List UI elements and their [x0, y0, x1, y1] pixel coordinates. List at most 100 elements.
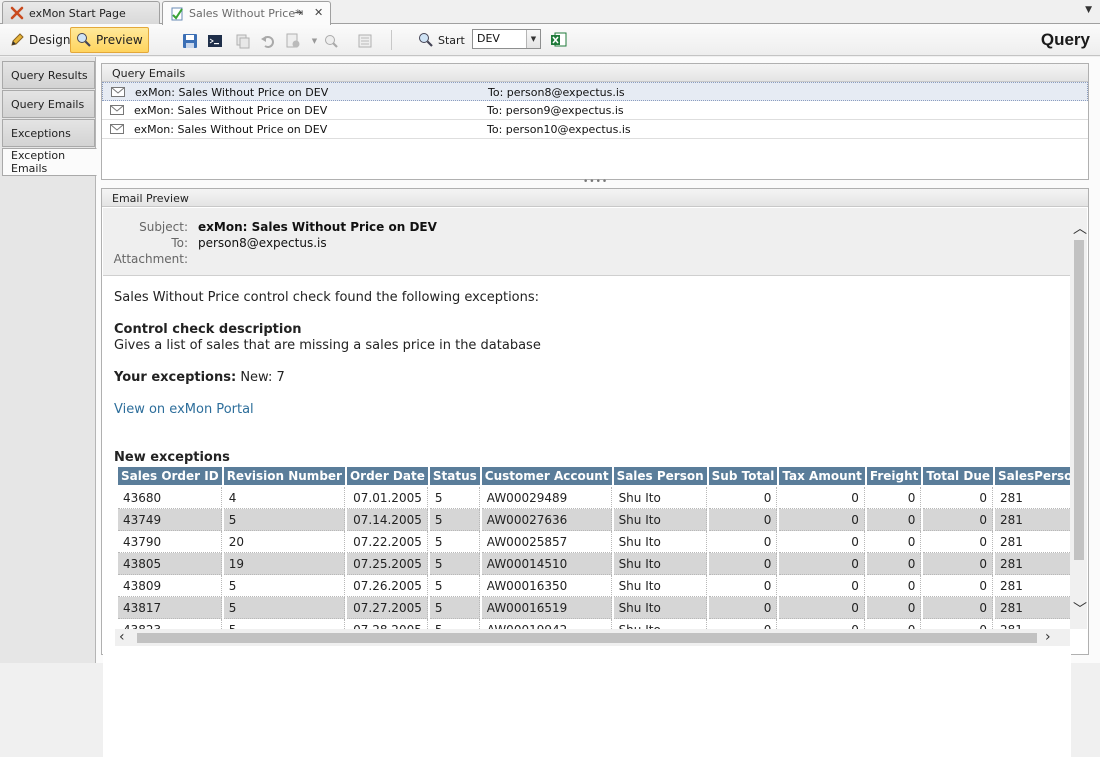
scroll-down-icon[interactable]: ﹀	[1073, 603, 1087, 617]
table-cell: AW00025857	[481, 531, 612, 553]
email-header: Subject: exMon: Sales Without Price on D…	[103, 208, 1071, 276]
subject-value: exMon: Sales Without Price on DEV	[198, 220, 437, 234]
table-cell: 5	[429, 487, 480, 509]
table-cell: 0	[866, 487, 922, 509]
scroll-thumb[interactable]	[137, 633, 1037, 643]
table-cell: 281	[995, 597, 1071, 619]
list-icon	[356, 32, 373, 49]
preview-button[interactable]: Preview	[70, 27, 149, 53]
chevron-down-icon[interactable]: ▼	[526, 30, 540, 48]
side-tab-label: Query Emails	[11, 97, 85, 111]
table-cell: 07.25.2005	[346, 553, 428, 575]
save-icon[interactable]	[181, 32, 198, 49]
tab-exmon-start-page[interactable]: exMon Start Page	[2, 1, 160, 24]
table-cell: 0	[923, 575, 993, 597]
email-body: Sales Without Price control check found …	[103, 277, 1071, 757]
to-value: person8@expectus.is	[198, 236, 327, 250]
toolbar: Design Preview ▼ Start DEV ▼ Query	[0, 24, 1100, 56]
table-cell: 07.14.2005	[346, 509, 428, 531]
side-tab-exception-emails[interactable]: Exception Emails	[2, 148, 97, 176]
query-emails-group: Query Emails exMon: Sales Without Price …	[101, 63, 1089, 180]
table-cell: Shu Ito	[613, 553, 707, 575]
magnifier-icon	[418, 32, 434, 48]
table-cell: 5	[429, 531, 480, 553]
envelope-icon	[111, 87, 125, 97]
portal-link[interactable]: View on exMon Portal	[114, 402, 254, 417]
table-cell: 43805	[118, 553, 222, 575]
table-cell: 0	[866, 575, 922, 597]
email-recipient: To: person8@expectus.is	[488, 86, 625, 99]
side-tab-query-results[interactable]: Query Results	[2, 61, 95, 89]
table-cell: 43790	[118, 531, 222, 553]
table-cell: 07.01.2005	[346, 487, 428, 509]
table-cell: 0	[779, 597, 865, 619]
table-row[interactable]: 43805 19 07.25.2005 5 AW00014510 Shu Ito 0 0 0 0 2…	[118, 553, 1071, 575]
table-cell: 43817	[118, 597, 222, 619]
table-cell: Shu Ito	[613, 575, 707, 597]
table-cell: 0	[866, 531, 922, 553]
scroll-thumb[interactable]	[1074, 240, 1084, 560]
table-cell: 19	[223, 553, 345, 575]
table-cell: 0	[708, 531, 778, 553]
preview-label: Preview	[96, 33, 143, 47]
close-icon[interactable]: ✕	[314, 6, 323, 19]
tab-sales-without-price[interactable]: Sales Without Price* ⇥ ✕	[162, 1, 331, 25]
vertical-scrollbar[interactable]: ︿ ﹀	[1070, 208, 1087, 629]
scroll-up-icon[interactable]: ︿	[1073, 222, 1087, 236]
undo-icon	[259, 32, 276, 49]
envelope-icon	[110, 124, 124, 134]
table-row[interactable]: 43817 5 07.27.2005 5 AW00016519 Shu Ito 0 0 0 0 28…	[118, 597, 1071, 619]
column-header: Status	[429, 467, 480, 487]
scroll-right-icon[interactable]: ›	[1045, 630, 1051, 644]
table-cell: 0	[708, 553, 778, 575]
table-row[interactable]: 43680 4 07.01.2005 5 AW00029489 Shu Ito 0 0 0 0 28…	[118, 487, 1071, 509]
table-cell: 0	[708, 509, 778, 531]
description-text: Gives a list of sales that are missing a…	[114, 338, 541, 353]
horizontal-scrollbar[interactable]: ‹ ›	[115, 629, 1070, 646]
table-cell: 0	[779, 575, 865, 597]
check-document-icon	[169, 6, 185, 22]
side-tab-label: Query Results	[11, 68, 88, 82]
description-heading: Control check description	[114, 322, 302, 337]
side-tab-label: Exception Emails	[11, 149, 66, 175]
intro-text: Sales Without Price control check found …	[114, 290, 540, 305]
table-cell: 0	[779, 509, 865, 531]
table-cell: 281	[995, 487, 1071, 509]
table-cell: 0	[779, 487, 865, 509]
environment-select[interactable]: DEV ▼	[472, 29, 541, 49]
pin-icon[interactable]: ⇥	[294, 6, 303, 19]
table-cell: 281	[995, 553, 1071, 575]
design-label: Design	[29, 33, 71, 47]
excel-export-icon[interactable]	[550, 31, 567, 48]
table-row[interactable]: 43790 20 07.22.2005 5 AW00025857 Shu Ito 0 0 0 0 2…	[118, 531, 1071, 553]
table-cell: 5	[429, 509, 480, 531]
table-cell: 07.26.2005	[346, 575, 428, 597]
splitter-handle[interactable]: ••••	[583, 177, 608, 187]
table-cell: 0	[866, 553, 922, 575]
scroll-left-icon[interactable]: ‹	[119, 630, 125, 644]
email-list-item[interactable]: exMon: Sales Without Price on DEV To: pe…	[102, 82, 1088, 101]
side-tab-panel: Query Results Query Emails Exceptions Ex…	[0, 57, 97, 663]
column-header: Customer Account	[481, 467, 612, 487]
email-list-item[interactable]: exMon: Sales Without Price on DEV To: pe…	[102, 101, 1088, 120]
pencil-icon	[9, 32, 25, 48]
console-icon[interactable]	[206, 32, 223, 49]
table-cell: 5	[223, 509, 345, 531]
email-list-item[interactable]: exMon: Sales Without Price on DEV To: pe…	[102, 120, 1088, 139]
column-header: Freight	[866, 467, 922, 487]
start-button[interactable]: Start	[412, 27, 471, 53]
side-tab-label: Exceptions	[11, 126, 71, 140]
table-body: 43680 4 07.01.2005 5 AW00029489 Shu Ito 0 0 0 0 28…	[118, 487, 1071, 641]
table-cell: Shu Ito	[613, 597, 707, 619]
dropdown-arrow-icon: ▼	[311, 36, 318, 45]
chevron-down-icon[interactable]: ▼	[1085, 5, 1092, 15]
table-cell: AW00014510	[481, 553, 612, 575]
table-cell: Shu Ito	[613, 487, 707, 509]
table-cell: 43809	[118, 575, 222, 597]
exceptions-table: Sales Order ID Revision Number Order Dat…	[116, 467, 1071, 641]
table-row[interactable]: 43809 5 07.26.2005 5 AW00016350 Shu Ito 0 0 0 0 28…	[118, 575, 1071, 597]
side-tab-query-emails[interactable]: Query Emails	[2, 90, 95, 118]
side-tab-exceptions[interactable]: Exceptions	[2, 119, 95, 147]
table-row[interactable]: 43749 5 07.14.2005 5 AW00027636 Shu Ito 0 0 0 0 28…	[118, 509, 1071, 531]
design-button[interactable]: Design	[3, 27, 76, 53]
